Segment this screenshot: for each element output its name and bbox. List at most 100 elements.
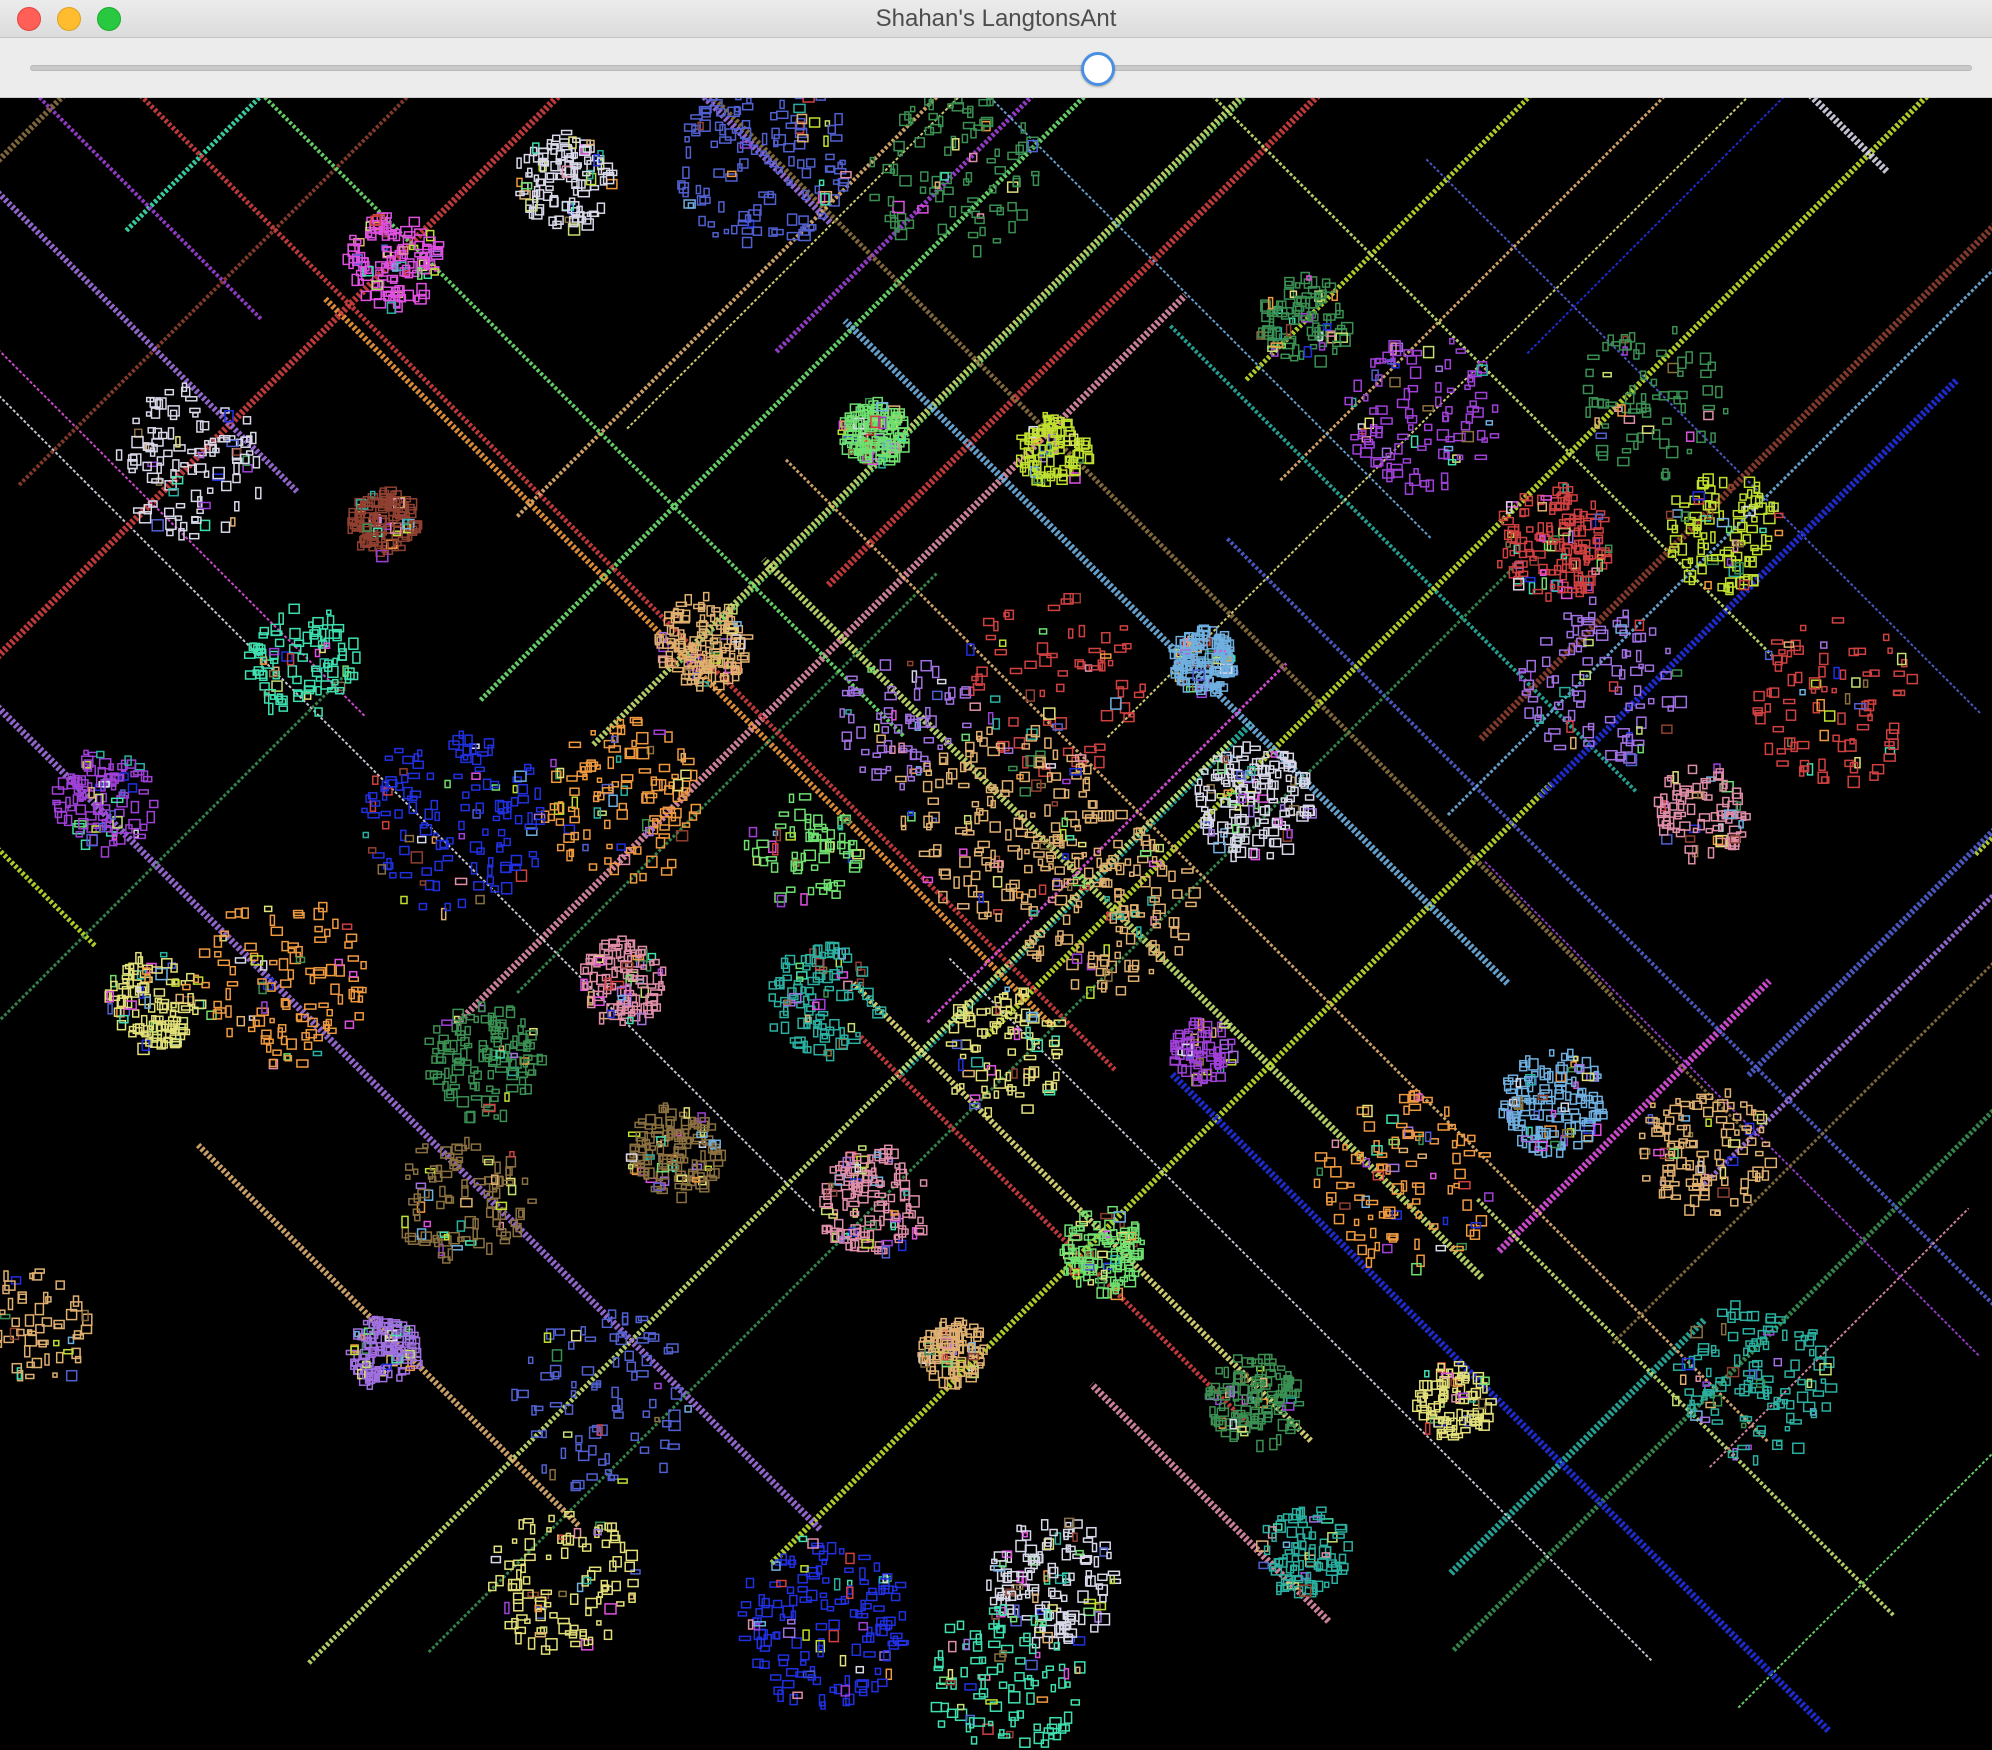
ant-cell — [430, 799, 439, 811]
ant-cell — [957, 903, 970, 910]
ant-cell — [800, 893, 808, 906]
ant-cell — [963, 875, 972, 887]
ant-cell — [348, 976, 360, 982]
ant-cell — [1585, 406, 1591, 418]
ant-cell — [826, 829, 836, 840]
ant-cell — [1131, 1270, 1140, 1278]
ant-cell — [416, 749, 423, 757]
ant-cell — [1587, 354, 1600, 361]
ant-cell — [976, 900, 990, 914]
ant-cell — [1785, 709, 1797, 721]
ant-cell — [1365, 1257, 1373, 1268]
ant-cell — [712, 232, 719, 238]
ant-cell — [1386, 462, 1392, 471]
ant-cell — [1638, 1132, 1646, 1140]
ant-cell — [1248, 804, 1255, 818]
ant-cell — [250, 431, 257, 445]
ant-cell — [567, 806, 576, 813]
ant-cell — [985, 634, 997, 641]
ant-cell — [631, 739, 637, 748]
app-window: Shahan's LangtonsAnt — [0, 0, 1992, 1750]
ant-cell — [1541, 577, 1548, 590]
ant-cell — [959, 1053, 967, 1060]
highway-trail — [195, 1142, 581, 1528]
title-bar[interactable]: Shahan's LangtonsAnt — [0, 0, 1992, 38]
ant-cell — [800, 986, 806, 994]
ant-cell — [682, 166, 690, 179]
ant-cell — [817, 1010, 829, 1017]
ant-cell — [1051, 772, 1062, 781]
ant-cell — [791, 851, 799, 860]
ant-cell — [1635, 703, 1646, 709]
highway-trail — [1446, 268, 1992, 817]
ant-cell — [1680, 402, 1686, 414]
ant-cell — [499, 1109, 508, 1123]
ant-cell — [304, 1003, 317, 1010]
ant-cell — [1357, 1244, 1367, 1256]
ant-cell — [199, 420, 210, 431]
ant-cell — [1284, 280, 1293, 287]
ant-cell — [1078, 791, 1088, 798]
ant-cell — [1149, 839, 1156, 852]
ant-cell — [990, 849, 996, 861]
ant-cell — [737, 625, 744, 634]
ant-cell — [1101, 631, 1111, 644]
ant-cell — [1300, 271, 1310, 285]
ant-cell — [846, 675, 858, 682]
ant-cell — [531, 857, 539, 868]
ant-cell — [192, 412, 199, 418]
ant-cell — [1392, 469, 1404, 478]
ant-cell — [434, 860, 443, 872]
ant-cell — [1242, 741, 1251, 754]
ant-cell — [1691, 792, 1703, 799]
speed-slider-track[interactable] — [30, 65, 1972, 71]
ant-cell — [1415, 1182, 1425, 1195]
ant-cell — [845, 709, 852, 715]
ant-cell — [714, 121, 724, 132]
ant-cell — [1717, 582, 1725, 592]
ant-cell — [550, 758, 557, 768]
ant-cell — [1074, 824, 1082, 832]
ant-cell — [949, 205, 957, 218]
ant-cell — [115, 449, 123, 461]
ant-cell — [1336, 1181, 1348, 1190]
ant-cell — [855, 1031, 861, 1038]
ant-cell — [897, 150, 903, 157]
ant-cell — [131, 435, 144, 449]
ant-cell — [1668, 1150, 1674, 1157]
ant-cell — [83, 749, 89, 756]
ant-cell — [1314, 355, 1327, 368]
ant-cell — [1063, 789, 1070, 799]
ant-cell — [1776, 760, 1789, 767]
ant-cell — [232, 473, 241, 484]
ant-cell — [1717, 1187, 1730, 1198]
ant-cell — [1567, 709, 1576, 722]
ant-cell — [804, 818, 812, 831]
ant-cell — [263, 1038, 274, 1045]
ant-cell — [1684, 835, 1696, 843]
ant-cell — [259, 682, 270, 691]
ant-cell — [1605, 401, 1617, 407]
speed-slider-thumb[interactable] — [1081, 52, 1116, 86]
ant-cell — [741, 236, 753, 249]
ant-cell — [1730, 1198, 1739, 1207]
ant-cell — [1331, 1139, 1340, 1149]
ant-cell — [919, 186, 927, 194]
ant-cell — [221, 480, 232, 492]
ant-cell — [1642, 1175, 1651, 1182]
ant-cell — [1087, 955, 1099, 968]
simulation-canvas[interactable] — [0, 98, 1992, 1750]
ant-cell — [100, 846, 110, 858]
ant-cell — [1028, 889, 1037, 898]
ant-cell — [1268, 797, 1279, 804]
ant-cell — [206, 487, 214, 494]
ant-cell — [824, 985, 835, 992]
ant-cell — [923, 737, 935, 744]
ant-cell — [874, 1192, 886, 1199]
ant-cell — [151, 519, 164, 532]
ant-cell — [1053, 788, 1066, 799]
ant-cell — [493, 1114, 499, 1120]
ant-cell — [1796, 740, 1810, 750]
ant-cell — [372, 852, 385, 859]
ant-cell — [1467, 1134, 1476, 1143]
